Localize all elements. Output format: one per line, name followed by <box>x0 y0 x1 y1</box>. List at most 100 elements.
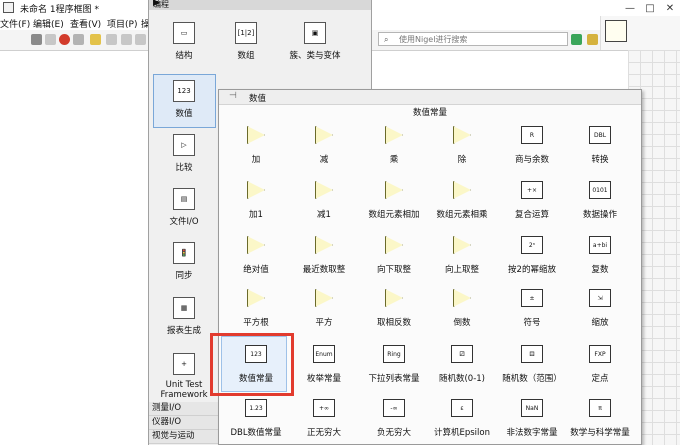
highlight-execution-icon[interactable] <box>90 34 101 45</box>
numeric-item-6[interactable]: +1 加1 <box>221 181 291 220</box>
maximize-button[interactable]: □ <box>640 0 660 16</box>
close-button[interactable]: ✕ <box>660 0 680 16</box>
palette-item-label: 数组 <box>237 51 255 61</box>
palette-item-2[interactable]: ▣ 簇、类与变体 <box>283 22 347 61</box>
numeric-item-23[interactable]: ⇲ 缩放 <box>565 289 635 328</box>
numeric-item-11[interactable]: 0101 数据操作 <box>565 181 635 220</box>
numeric-item-32[interactable]: -∞ 负无穷大 <box>359 399 429 438</box>
labview-app-icon <box>3 2 14 13</box>
menu-file[interactable]: 文件(F) <box>0 17 30 30</box>
numeric-item-14[interactable]: ⌊⌋ 向下取整 <box>359 236 429 275</box>
menu-project[interactable]: 项目(P) <box>107 17 137 30</box>
numeric-item-1[interactable]: −减 <box>289 126 359 165</box>
numeric-item-35[interactable]: π 数学与科学常量 <box>565 399 635 438</box>
array-icon: [1|2] <box>235 22 257 44</box>
numeric-item-27[interactable]: ⚂ 随机数(0-1) <box>427 345 497 384</box>
numeric-item-34[interactable]: NaN 非法数字常量 <box>497 399 567 438</box>
synchronization-icon: 🚦 <box>173 242 195 264</box>
subtract-icon: − <box>315 126 333 144</box>
round-down-icon: ⌊⌋ <box>385 236 403 254</box>
run-continuously-icon[interactable] <box>45 34 56 45</box>
palette-header[interactable]: 编程 ▶ <box>149 0 371 10</box>
numeric-item-15[interactable]: ⌈⌉ 向上取整 <box>427 236 497 275</box>
search-box[interactable]: ⌕ 使用Nigel进行搜索 <box>378 32 568 46</box>
category-measurement-io[interactable]: 测量I/O <box>149 402 219 416</box>
numeric-item-label: DBL数值常量 <box>230 428 282 438</box>
expand-arrow-icon[interactable]: ▶ <box>153 0 367 8</box>
numeric-item-31[interactable]: +∞ 正无穷大 <box>289 399 359 438</box>
subpalette-title: 数值 <box>249 94 267 104</box>
numeric-item-label: 枚举常量 <box>306 374 341 384</box>
numeric-item-19[interactable]: x² 平方 <box>289 289 359 328</box>
palette-item-8[interactable]: + Unit Test Framework <box>152 353 216 400</box>
numeric-item-25[interactable]: Enum 枚举常量 <box>289 345 359 384</box>
category-instrument-io[interactable]: 仪器I/O <box>149 416 219 430</box>
numeric-item-12[interactable]: |x| 绝对值 <box>221 236 291 275</box>
numeric-item-label: 商与余数 <box>514 155 549 165</box>
nan-constant-icon: NaN <box>521 399 543 417</box>
numeric-item-label: 计算机Epsilon <box>433 428 490 438</box>
absolute-value-icon: |x| <box>247 236 265 254</box>
abort-icon[interactable] <box>59 34 70 45</box>
palette-item-0[interactable]: ▭ 结构 <box>152 22 216 61</box>
numeric-item-18[interactable]: √ 平方根 <box>221 289 291 328</box>
retain-wire-values-icon[interactable] <box>106 34 117 45</box>
numeric-item-8[interactable]: Σ 数组元素相加 <box>359 181 429 220</box>
numeric-item-22[interactable]: ± 符号 <box>497 289 567 328</box>
numeric-item-2[interactable]: ×乘 <box>359 126 429 165</box>
window-title: 未命名 1程序框图 * <box>20 5 99 15</box>
palette-item-4[interactable]: ▷ 比较 <box>152 134 216 173</box>
minimize-button[interactable]: — <box>620 0 640 16</box>
numeric-item-label: 最近数取整 <box>302 265 346 275</box>
numeric-item-label: 减 <box>319 155 329 165</box>
numeric-item-4[interactable]: R 商与余数 <box>497 126 567 165</box>
pause-icon[interactable] <box>73 34 84 45</box>
numeric-item-26[interactable]: Ring 下拉列表常量 <box>359 345 429 384</box>
numeric-item-5[interactable]: DBL 转换 <box>565 126 635 165</box>
numeric-item-20[interactable]: −x 取相反数 <box>359 289 429 328</box>
step-into-icon[interactable] <box>121 34 132 45</box>
category-vision-motion[interactable]: 视觉与运动 <box>149 430 219 444</box>
palette-item-label: Unit Test Framework <box>160 380 208 400</box>
toolbar-green-icon[interactable] <box>571 34 582 45</box>
menu-edit[interactable]: 编辑(E) <box>33 17 64 30</box>
palette-item-label: 文件I/O <box>169 217 199 227</box>
negate-icon: −x <box>385 289 403 307</box>
numeric-item-7[interactable]: -1 减1 <box>289 181 359 220</box>
numeric-item-label: 向上取整 <box>444 265 479 275</box>
palette-item-label: 数值 <box>175 109 193 119</box>
numeric-item-0[interactable]: +加 <box>221 126 291 165</box>
numeric-item-17[interactable]: a+bi 复数 <box>565 236 635 275</box>
menu-view[interactable]: 查看(V) <box>70 17 101 30</box>
vi-connector-icon[interactable] <box>605 20 627 42</box>
window-controls: — □ ✕ <box>620 0 680 16</box>
numeric-item-29[interactable]: FXP 定点 <box>565 345 635 384</box>
numeric-item-13[interactable]: [ ] 最近数取整 <box>289 236 359 275</box>
palette-item-3[interactable]: 123 数值 <box>152 80 216 119</box>
file-io-icon: ▤ <box>173 188 195 210</box>
numeric-item-label: 平方根 <box>243 318 269 328</box>
numeric-item-30[interactable]: 1.23 DBL数值常量 <box>221 399 291 438</box>
comparison-icon: ▷ <box>173 134 195 156</box>
numeric-item-28[interactable]: ⚃ 随机数（范围） <box>497 345 567 384</box>
palette-item-7[interactable]: ▦ 报表生成 <box>152 297 216 336</box>
pin-icon[interactable]: ⊣ <box>229 91 237 101</box>
numeric-item-10[interactable]: +× 复合运算 <box>497 181 567 220</box>
machine-epsilon-icon: ε <box>451 399 473 417</box>
help-icon[interactable] <box>587 34 598 45</box>
dbl-constant-icon: 1.23 <box>245 399 267 417</box>
numeric-item-label: 缩放 <box>591 318 609 328</box>
divide-icon: ÷ <box>453 126 471 144</box>
numeric-item-3[interactable]: ÷除 <box>427 126 497 165</box>
numeric-item-16[interactable]: 2ⁿ 按2的幂缩放 <box>497 236 567 275</box>
numeric-item-9[interactable]: Π 数组元素相乘 <box>427 181 497 220</box>
palette-item-6[interactable]: 🚦 同步 <box>152 242 216 281</box>
palette-item-1[interactable]: [1|2] 数组 <box>214 22 278 61</box>
fixed-point-icon: FXP <box>589 345 611 363</box>
run-arrow-icon[interactable] <box>31 34 42 45</box>
numeric-item-21[interactable]: 1/x 倒数 <box>427 289 497 328</box>
numeric-item-33[interactable]: ε 计算机Epsilon <box>427 399 497 438</box>
step-over-icon[interactable] <box>135 34 146 45</box>
palette-item-5[interactable]: ▤ 文件I/O <box>152 188 216 227</box>
increment-icon: +1 <box>247 181 265 199</box>
